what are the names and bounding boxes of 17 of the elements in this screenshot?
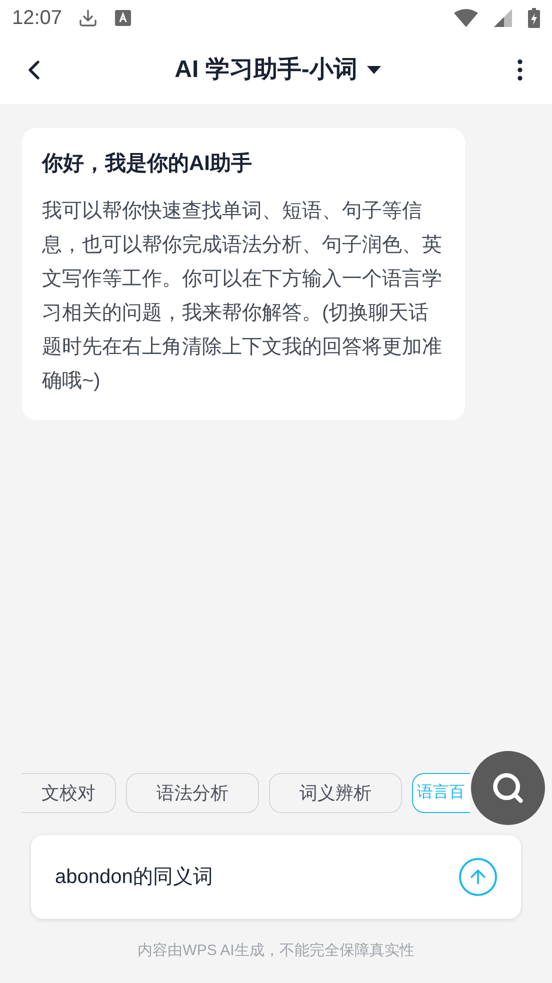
message-title: 你好，我是你的AI助手 bbox=[42, 151, 253, 177]
signal-icon bbox=[494, 9, 512, 27]
keyboard-icon bbox=[114, 9, 132, 27]
status-time: 12:07 bbox=[12, 6, 62, 31]
battery-icon bbox=[528, 8, 540, 28]
suggestion-chip[interactable]: 语法分析 bbox=[126, 773, 259, 813]
download-icon bbox=[78, 8, 98, 28]
dropdown-caret-icon[interactable] bbox=[367, 66, 382, 74]
input-value[interactable]: abondon的同义词 bbox=[55, 862, 459, 892]
wifi-icon bbox=[454, 9, 478, 27]
suggestion-chip[interactable]: 词义辨析 bbox=[269, 773, 402, 813]
page-title[interactable]: AI 学习助手-小词 bbox=[174, 52, 358, 88]
message-input[interactable]: abondon的同义词 bbox=[31, 835, 521, 919]
message-text: 我可以帮你快速查找单词、短语、句子等信息，也可以帮你完成语法分析、句子润色、英文写作等工作。你可以在下方输入一个语言学习相关的问题，我来帮你解答。(切换聊天话题时先在右上角清除上下文我的回答将更加准确哦~) bbox=[42, 198, 443, 394]
disclaimer-text: 内容由WPS AI生成，不能完全保障真实性 bbox=[136, 940, 416, 961]
suggestion-chip[interactable]: 文校对 bbox=[22, 773, 116, 813]
search-icon[interactable] bbox=[491, 771, 525, 805]
